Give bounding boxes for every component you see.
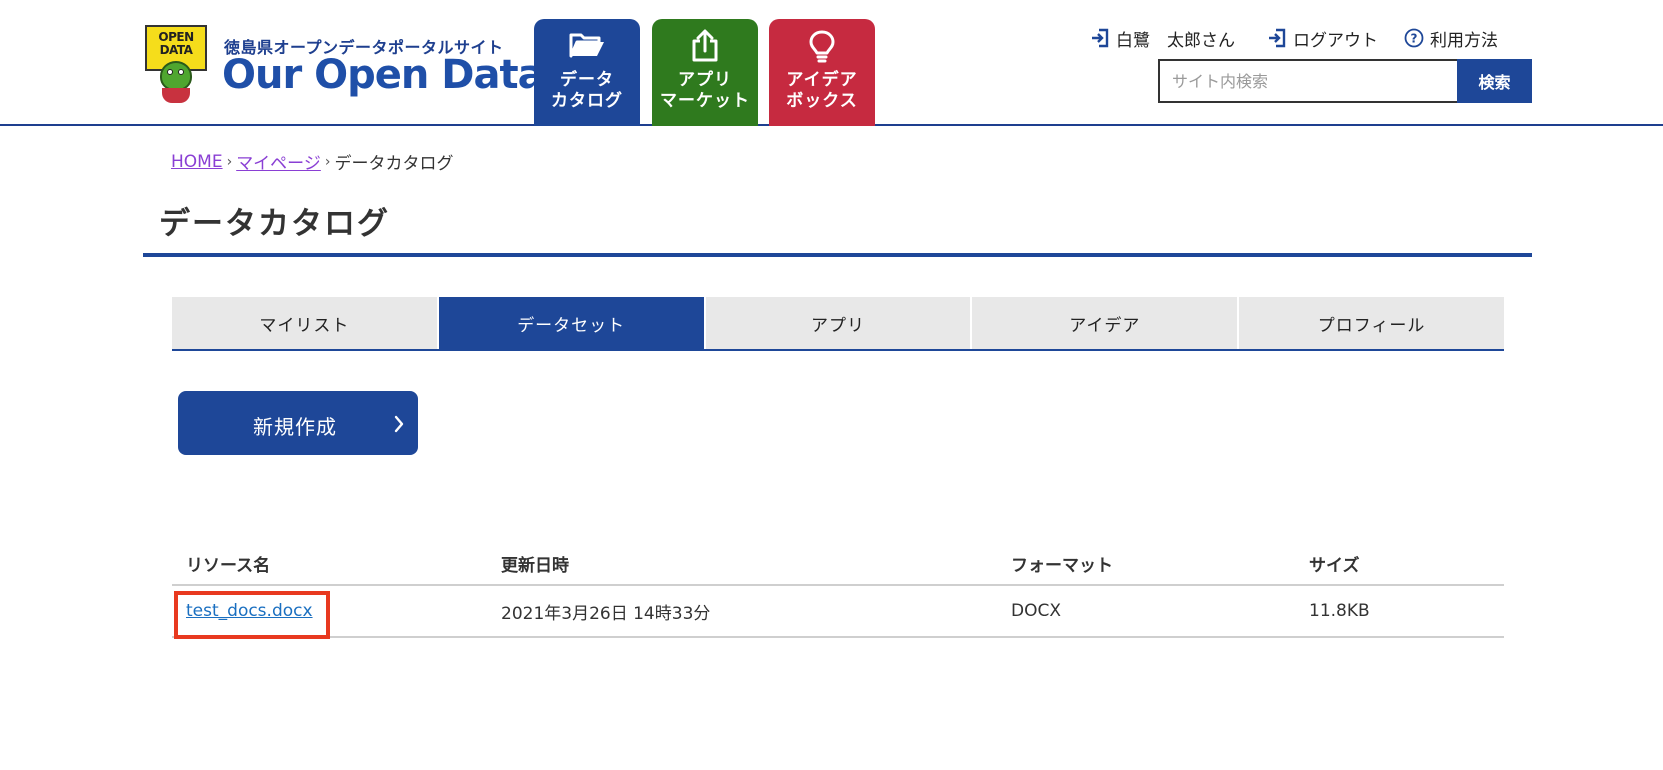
breadcrumb-separator: › bbox=[324, 153, 331, 170]
page-title: データカタログ bbox=[159, 206, 390, 242]
resource-link[interactable]: test_docs.docx bbox=[174, 591, 330, 639]
tab-dataset[interactable]: データセット bbox=[438, 297, 706, 349]
mascot-cape bbox=[162, 88, 190, 103]
logout-label: ログアウト bbox=[1293, 30, 1378, 51]
lightbulb-icon bbox=[769, 29, 875, 63]
logo-title: Our Open Data bbox=[222, 52, 545, 98]
tab-mylist[interactable]: マイリスト bbox=[172, 297, 439, 349]
breadcrumb-mypage-link[interactable]: マイページ bbox=[236, 149, 321, 174]
site-search: 検索 bbox=[1158, 59, 1532, 103]
column-header-resource-name: リソース名 bbox=[186, 555, 271, 576]
svg-text:?: ? bbox=[1411, 32, 1418, 46]
breadcrumb-separator: › bbox=[226, 153, 233, 170]
title-divider bbox=[143, 253, 1532, 257]
cell-size: 11.8KB bbox=[1309, 601, 1370, 621]
nav-idea-box-button[interactable]: アイデア ボックス bbox=[769, 19, 875, 126]
nav-data-catalog-button[interactable]: データ カタログ bbox=[534, 19, 640, 126]
column-header-format: フォーマット bbox=[1011, 555, 1113, 576]
nav-idea-line1: アイデア bbox=[786, 70, 858, 90]
tab-app[interactable]: アプリ bbox=[705, 297, 973, 349]
login-arrow-icon bbox=[1092, 28, 1109, 48]
create-new-button[interactable]: 新規作成 bbox=[178, 391, 418, 455]
breadcrumb-home-link[interactable]: HOME bbox=[171, 152, 223, 172]
mascot-eye bbox=[178, 69, 184, 75]
search-button[interactable]: 検索 bbox=[1457, 59, 1532, 103]
mascot-icon bbox=[160, 61, 192, 91]
search-input[interactable] bbox=[1158, 59, 1457, 103]
create-new-label: 新規作成 bbox=[253, 415, 337, 439]
resource-table: リソース名 更新日時 フォーマット サイズ test_docs.docx 202… bbox=[172, 542, 1504, 639]
folder-open-icon bbox=[534, 29, 640, 63]
nav-app-line1: アプリ bbox=[678, 70, 732, 90]
tab-idea[interactable]: アイデア bbox=[972, 297, 1240, 349]
column-header-size: サイズ bbox=[1309, 555, 1360, 576]
user-link[interactable]: 白鷺 太郎さん bbox=[1090, 26, 1235, 51]
user-name: 白鷺 太郎さん bbox=[1116, 30, 1235, 51]
cell-format: DOCX bbox=[1011, 601, 1061, 621]
breadcrumb: HOME › マイページ › データカタログ bbox=[171, 149, 454, 175]
cell-updated: 2021年3月26日 14時33分 bbox=[501, 603, 711, 624]
nav-idea-line2: ボックス bbox=[786, 91, 858, 111]
site-header: OPEN DATA 徳島県オープンデータポータルサイト Our Open Dat… bbox=[0, 0, 1663, 126]
help-question-icon: ? bbox=[1404, 28, 1424, 48]
tab-profile[interactable]: プロフィール bbox=[1239, 297, 1504, 349]
column-header-updated: 更新日時 bbox=[501, 555, 569, 576]
logout-arrow-icon bbox=[1269, 28, 1286, 48]
nav-data-line1: データ bbox=[560, 70, 614, 90]
breadcrumb-current: データカタログ bbox=[334, 154, 454, 174]
nav-app-line2: マーケット bbox=[660, 91, 750, 111]
nav-data-line2: カタログ bbox=[551, 91, 623, 111]
share-upload-icon bbox=[652, 29, 758, 63]
open-data-badge: OPEN DATA bbox=[143, 25, 209, 105]
badge-line2: DATA bbox=[159, 43, 193, 57]
help-label: 利用方法 bbox=[1430, 30, 1498, 51]
help-link[interactable]: ? 利用方法 bbox=[1404, 26, 1498, 51]
resource-link-text: test_docs.docx bbox=[186, 601, 313, 621]
logout-link[interactable]: ログアウト bbox=[1267, 26, 1378, 51]
table-header-row: リソース名 更新日時 フォーマット サイズ bbox=[172, 542, 1504, 586]
mypage-tabs: マイリスト データセット アプリ アイデア プロフィール bbox=[172, 297, 1504, 351]
chevron-right-icon bbox=[394, 415, 404, 433]
cell-resource-name: test_docs.docx bbox=[172, 591, 501, 639]
table-row: test_docs.docx 2021年3月26日 14時33分 DOCX 11… bbox=[172, 586, 1504, 639]
nav-app-market-button[interactable]: アプリ マーケット bbox=[652, 19, 758, 126]
site-logo[interactable]: OPEN DATA 徳島県オープンデータポータルサイト Our Open Dat… bbox=[143, 25, 545, 105]
mascot-eye bbox=[167, 69, 173, 75]
